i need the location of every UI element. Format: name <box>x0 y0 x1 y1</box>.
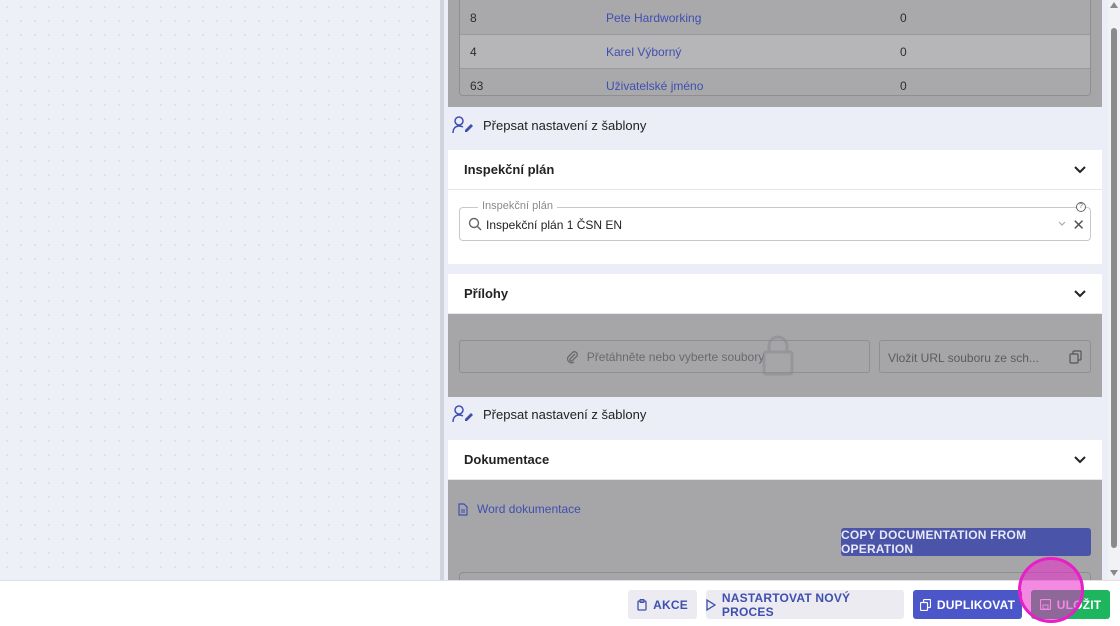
inspection-plan-header[interactable]: Inspekční plán <box>448 150 1102 190</box>
users-table-card: 8 Pete Hardworking 0 4 Karel Výborný 0 6… <box>448 0 1102 107</box>
lock-icon <box>762 335 794 376</box>
scroll-up-icon[interactable] <box>1110 2 1118 8</box>
section-title: Přílohy <box>464 286 509 301</box>
file-drop-zone[interactable]: Přetáhněte nebo vyberte soubory <box>459 340 870 373</box>
start-process-label: NASTARTOVAT NOVÝ PROCES <box>721 590 851 619</box>
help-icon[interactable]: ? <box>1076 202 1086 212</box>
word-documentation-link[interactable]: Word dokumentace <box>458 502 581 516</box>
override-label: Přepsat nastavení z šablony <box>483 406 647 422</box>
override-label: Přepsat nastavení z šablony <box>483 117 647 133</box>
user-edit-icon <box>452 405 473 423</box>
search-icon <box>468 217 482 231</box>
section-title: Dokumentace <box>464 452 550 467</box>
field-label: Inspekční plán <box>478 200 557 212</box>
override-template-toggle[interactable]: Přepsat nastavení z šablony <box>452 402 646 426</box>
clipboard-icon <box>637 598 647 611</box>
copy-icon[interactable] <box>1069 350 1082 364</box>
file-url-input[interactable]: Vložit URL souboru ze sch... <box>879 340 1091 373</box>
floppy-disk-icon <box>1039 599 1051 610</box>
scroll-down-icon[interactable] <box>1110 570 1118 576</box>
user-id: 4 <box>470 45 477 59</box>
akce-button[interactable]: AKCE <box>628 590 697 619</box>
attachments-header[interactable]: Přílohy <box>448 274 1102 314</box>
table-row[interactable]: 4 Karel Výborný 0 <box>460 35 1090 69</box>
documentation-field[interactable] <box>459 572 1091 580</box>
field-value: Inspekční plán 1 ČSN EN <box>486 218 623 232</box>
documentation-body: Word dokumentace COPY DOCUMENTATION FROM… <box>448 480 1102 580</box>
chevron-down-icon[interactable] <box>1074 455 1086 464</box>
detail-panel: 8 Pete Hardworking 0 4 Karel Výborný 0 6… <box>444 0 1108 580</box>
inspection-plan-select[interactable]: Inspekční plán Inspekční plán 1 ČSN EN ✕… <box>459 200 1091 241</box>
user-name-link[interactable]: Pete Hardworking <box>606 11 701 25</box>
table-row[interactable]: 63 Uživatelské jméno 0 <box>460 69 1090 95</box>
canvas-background <box>0 0 442 580</box>
chevron-down-icon[interactable] <box>1074 289 1086 298</box>
start-process-button[interactable]: NASTARTOVAT NOVÝ PROCES <box>706 590 904 619</box>
scrollbar-thumb[interactable] <box>1111 28 1117 548</box>
save-button[interactable]: ULOŽIT <box>1031 590 1110 619</box>
chevron-down-icon[interactable] <box>1058 221 1066 226</box>
save-label: ULOŽIT <box>1056 597 1102 612</box>
user-value: 0 <box>900 79 907 93</box>
clear-icon[interactable]: ✕ <box>1072 216 1085 234</box>
word-link-label: Word dokumentace <box>477 502 581 516</box>
document-icon <box>458 502 468 516</box>
url-placeholder: Vložit URL souboru ze sch... <box>888 351 1039 365</box>
play-icon <box>706 598 716 611</box>
user-name-link[interactable]: Karel Výborný <box>606 45 681 59</box>
duplicate-label: DUPLIKOVAT <box>936 597 1016 612</box>
user-value: 0 <box>900 11 907 25</box>
section-title: Inspekční plán <box>464 162 555 177</box>
copy-documentation-button[interactable]: COPY DOCUMENTATION FROM OPERATION <box>841 528 1091 556</box>
users-table: 8 Pete Hardworking 0 4 Karel Výborný 0 6… <box>459 0 1091 96</box>
table-row[interactable]: 8 Pete Hardworking 0 <box>460 0 1090 35</box>
inspection-plan-body: Inspekční plán Inspekční plán 1 ČSN EN ✕… <box>448 190 1102 264</box>
duplicate-button[interactable]: DUPLIKOVAT <box>913 590 1022 619</box>
user-edit-icon <box>452 116 473 134</box>
user-value: 0 <box>900 45 907 59</box>
user-name-link[interactable]: Uživatelské jméno <box>606 79 703 93</box>
paperclip-icon <box>566 350 578 363</box>
scrollbar[interactable] <box>1108 0 1120 580</box>
drop-label: Přetáhněte nebo vyberte soubory <box>586 349 765 364</box>
user-id: 63 <box>470 79 484 93</box>
attachments-body: Přetáhněte nebo vyberte soubory Vložit U… <box>448 314 1102 397</box>
action-bar: AKCE NASTARTOVAT NOVÝ PROCES DUPLIKOVAT … <box>0 580 1120 626</box>
duplicate-icon <box>919 598 931 611</box>
user-id: 8 <box>470 11 477 25</box>
documentation-header[interactable]: Dokumentace <box>448 440 1102 480</box>
akce-label: AKCE <box>653 597 688 612</box>
override-template-toggle[interactable]: Přepsat nastavení z šablony <box>452 113 646 137</box>
chevron-down-icon[interactable] <box>1074 165 1086 174</box>
